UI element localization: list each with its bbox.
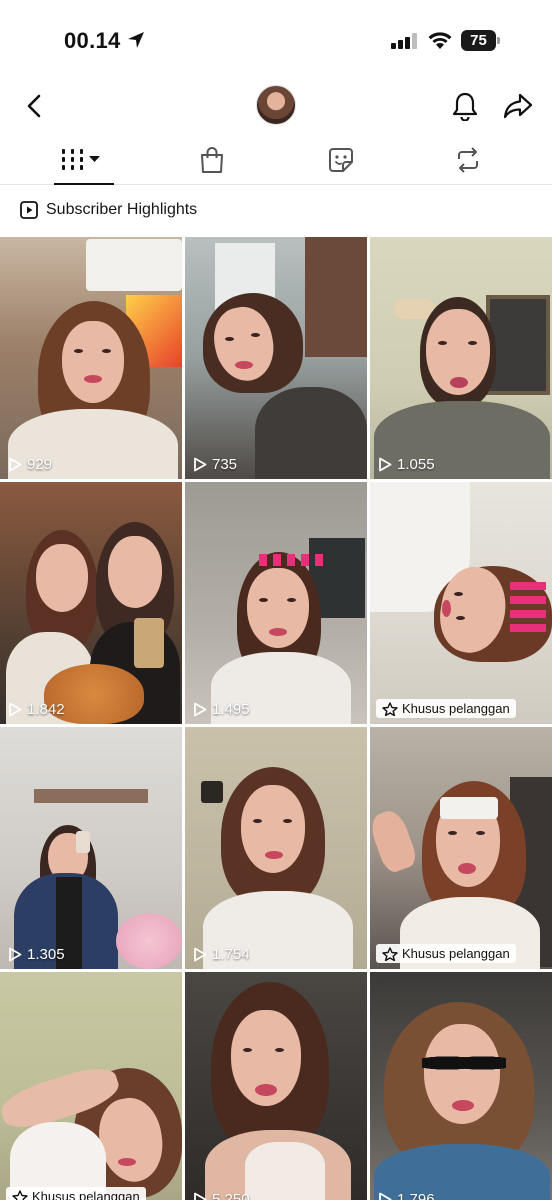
status-time: 00.14 xyxy=(64,28,121,53)
star-badge-icon xyxy=(382,946,398,961)
video-tile[interactable]: 1.305 xyxy=(0,727,182,969)
star-badge-icon xyxy=(12,1189,28,1200)
view-count-text: 5.250 xyxy=(212,1191,250,1200)
star-badge-icon xyxy=(382,701,398,716)
view-count-text: 1.754 xyxy=(212,946,250,963)
video-tile[interactable]: 735 xyxy=(185,237,367,479)
view-count-text: 929 xyxy=(27,456,53,473)
battery-tip xyxy=(497,37,500,44)
video-grid: 929 735 1.055 1.842 1.495 Khusus pelangg… xyxy=(0,237,552,1200)
shopping-bag-icon xyxy=(201,147,223,173)
video-tile[interactable]: Khusus pelanggan xyxy=(370,727,552,969)
subscriber-only-label: Khusus pelanggan xyxy=(32,1189,140,1200)
video-tile[interactable]: 1.495 xyxy=(185,482,367,724)
repost-icon xyxy=(458,147,478,173)
battery-indicator: 75 xyxy=(461,30,501,51)
nav-bar xyxy=(0,80,552,135)
video-tile[interactable]: 5.250 xyxy=(185,972,367,1200)
tab-reposts[interactable] xyxy=(452,143,484,177)
subscriber-only-label: Khusus pelanggan xyxy=(402,701,510,716)
view-count: 1.842 xyxy=(8,701,65,718)
view-count: 1.305 xyxy=(8,946,65,963)
view-count: 1.055 xyxy=(378,456,435,473)
play-icon xyxy=(194,1192,207,1200)
view-count: 5.250 xyxy=(193,1191,250,1200)
video-tile[interactable]: 1.796 xyxy=(370,972,552,1200)
play-icon xyxy=(379,457,392,472)
subscriber-highlights-label: Subscriber Highlights xyxy=(46,201,198,218)
play-icon xyxy=(9,947,22,962)
view-count: 735 xyxy=(193,456,237,473)
video-tile[interactable]: 1.754 xyxy=(185,727,367,969)
play-icon xyxy=(9,702,22,717)
subscriber-highlights-link[interactable]: Subscriber Highlights xyxy=(20,196,197,224)
tab-shop[interactable] xyxy=(196,143,228,177)
status-bar: 00.14 75 xyxy=(0,0,552,80)
battery-level: 75 xyxy=(461,30,496,51)
play-icon xyxy=(194,457,207,472)
bell-icon[interactable] xyxy=(451,91,479,121)
avatar[interactable] xyxy=(256,85,296,125)
view-count-text: 1.305 xyxy=(27,946,65,963)
view-count: 1.796 xyxy=(378,1191,435,1200)
video-grid-icon xyxy=(62,149,100,170)
profile-tab-bar xyxy=(0,135,552,185)
view-count-text: 1.842 xyxy=(27,701,65,718)
share-arrow-icon[interactable] xyxy=(503,92,533,120)
view-count-text: 1.495 xyxy=(212,701,250,718)
wifi-icon xyxy=(428,32,452,49)
tagged-sticker-icon xyxy=(329,148,353,172)
play-icon xyxy=(194,947,207,962)
video-tile[interactable]: 929 xyxy=(0,237,182,479)
video-tile[interactable]: Khusus pelanggan xyxy=(370,482,552,724)
subscriber-only-badge: Khusus pelanggan xyxy=(376,699,516,718)
play-box-icon xyxy=(20,201,38,219)
active-tab-indicator xyxy=(54,183,114,185)
subscriber-only-label: Khusus pelanggan xyxy=(402,946,510,961)
play-icon xyxy=(9,457,22,472)
play-icon xyxy=(194,702,207,717)
tab-tagged[interactable] xyxy=(325,143,357,177)
chevron-left-icon xyxy=(27,94,41,118)
view-count-text: 1.796 xyxy=(397,1191,435,1200)
cellular-signal-icon xyxy=(391,33,417,49)
video-tile[interactable]: Khusus pelanggan xyxy=(0,972,182,1200)
view-count-text: 735 xyxy=(212,456,238,473)
play-icon xyxy=(379,1192,392,1200)
subscriber-only-badge: Khusus pelanggan xyxy=(376,944,516,963)
location-arrow-icon xyxy=(128,32,144,48)
video-tile[interactable]: 1.055 xyxy=(370,237,552,479)
view-count: 1.495 xyxy=(193,701,250,718)
view-count: 929 xyxy=(8,456,52,473)
subscriber-only-badge: Khusus pelanggan xyxy=(6,1187,146,1200)
tab-videos[interactable] xyxy=(54,143,114,177)
view-count: 1.754 xyxy=(193,946,250,963)
view-count-text: 1.055 xyxy=(397,456,435,473)
video-tile[interactable]: 1.842 xyxy=(0,482,182,724)
back-button[interactable] xyxy=(20,92,48,120)
